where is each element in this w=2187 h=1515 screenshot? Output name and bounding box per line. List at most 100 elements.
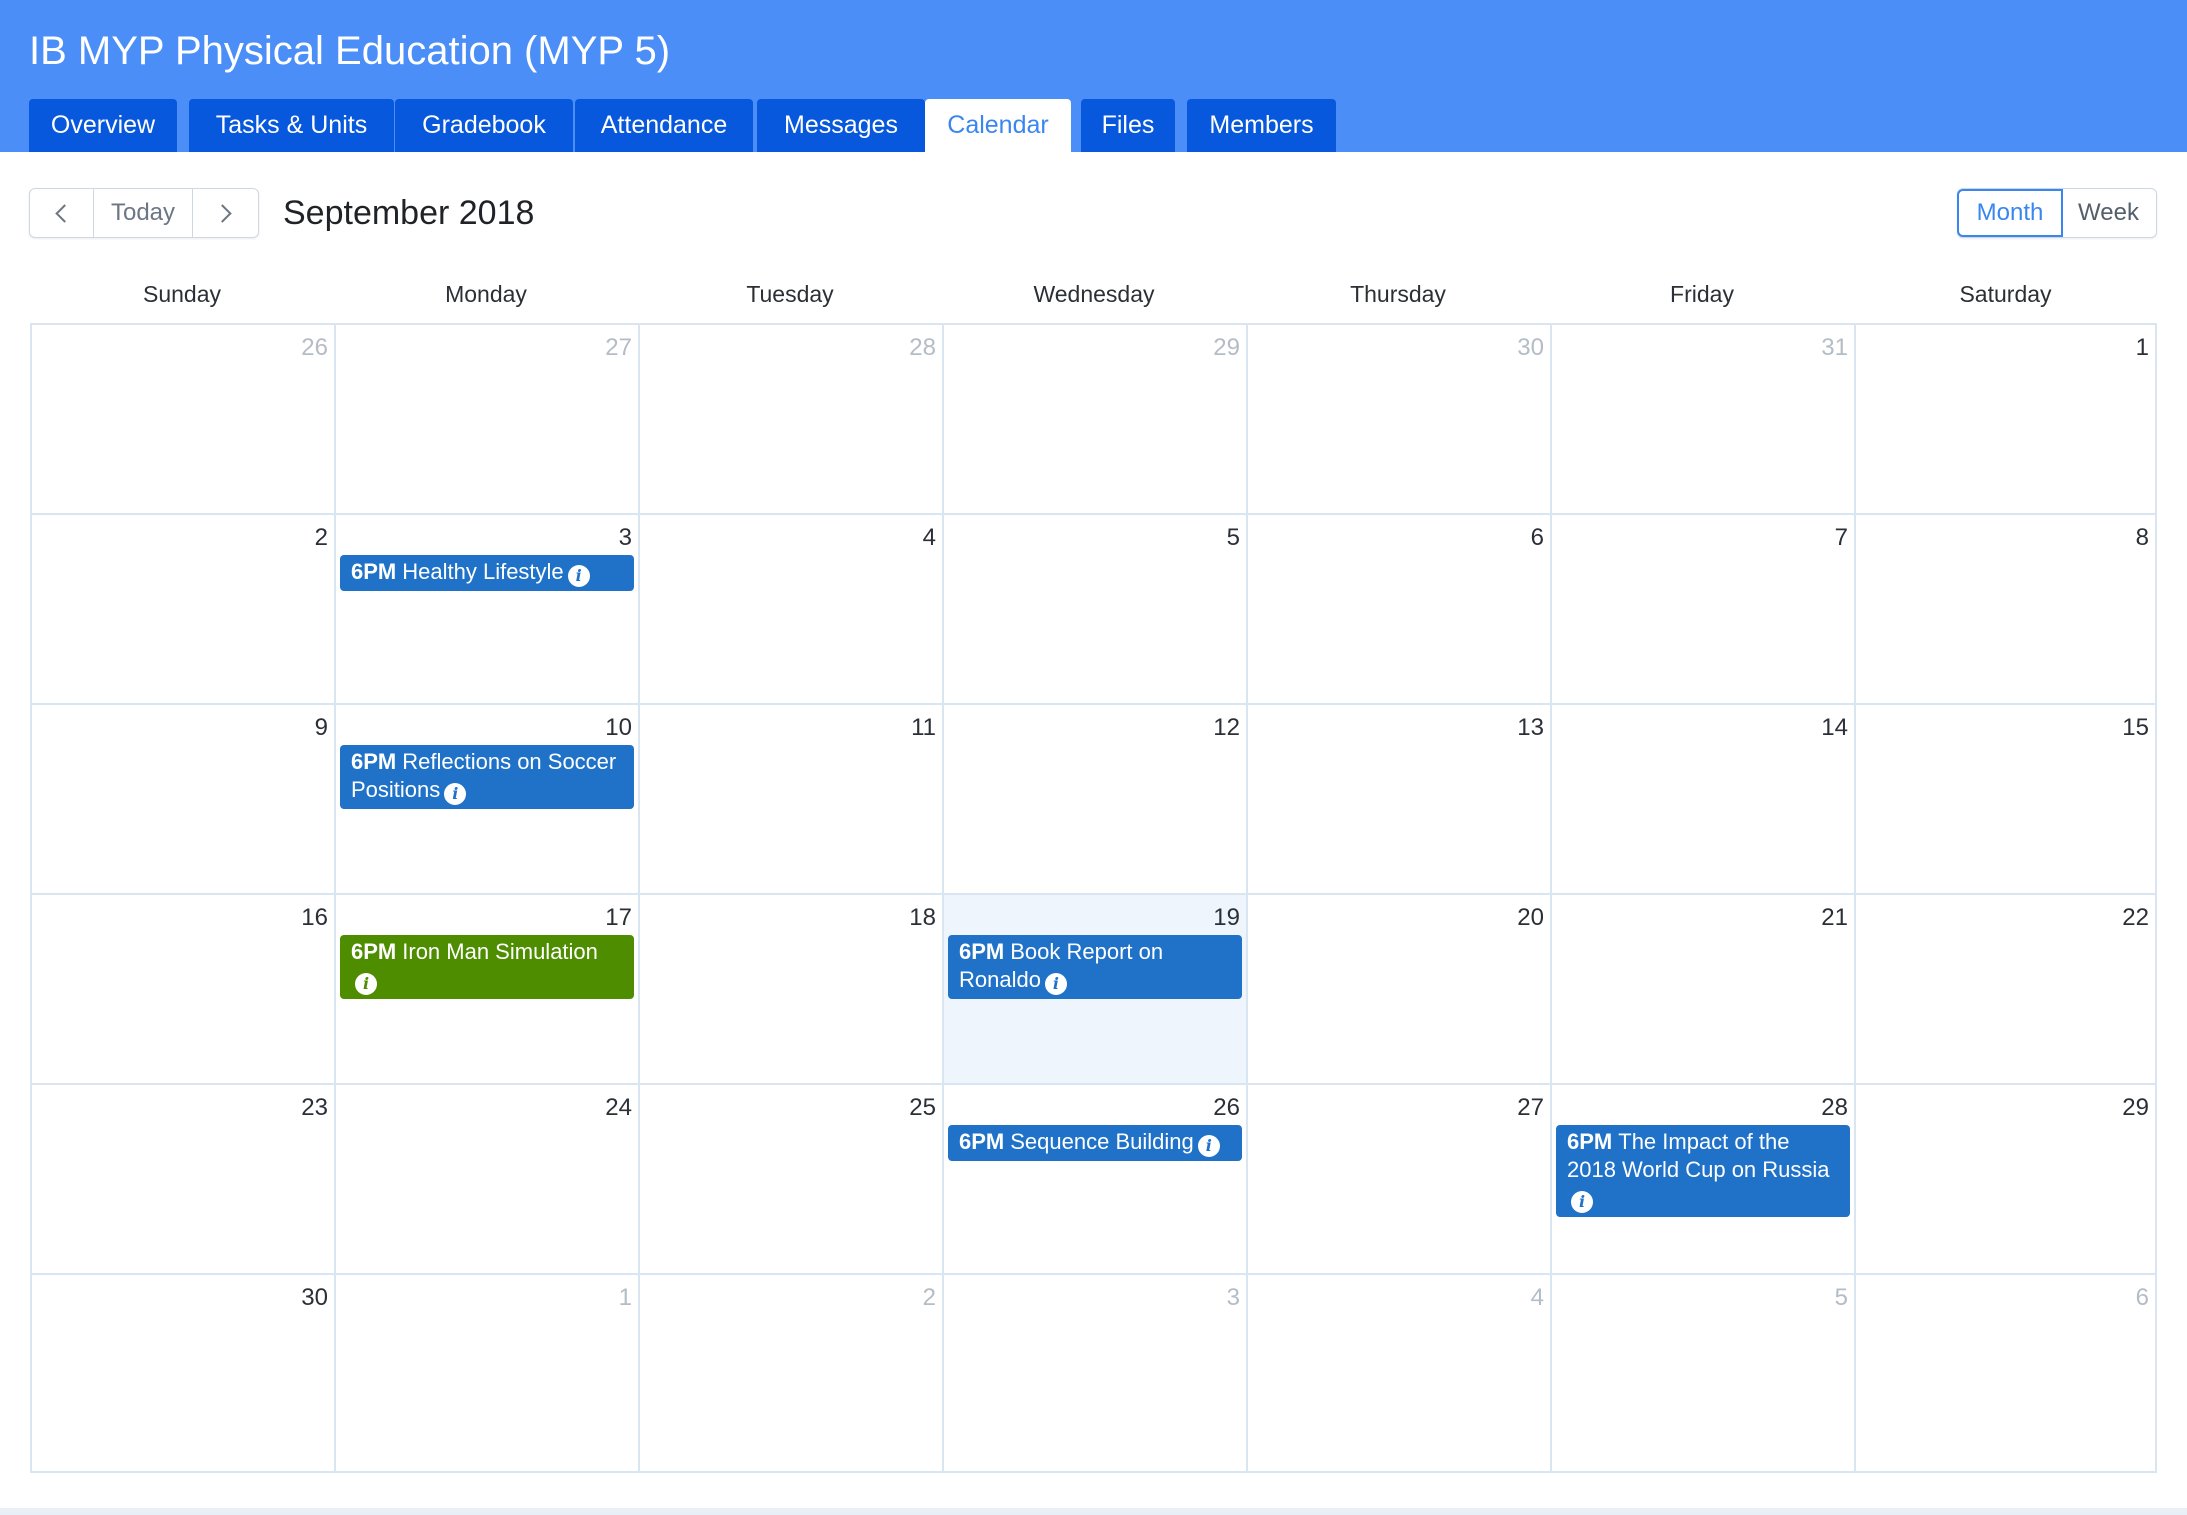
day-cell[interactable]: 9: [32, 705, 336, 895]
day-cell[interactable]: 1: [336, 1275, 640, 1471]
day-cell[interactable]: 8: [1856, 515, 2155, 705]
day-cell[interactable]: 14: [1552, 705, 1856, 895]
today-button[interactable]: Today: [94, 189, 192, 237]
day-cell[interactable]: 11: [640, 705, 944, 895]
day-cell[interactable]: 28: [640, 325, 944, 515]
prev-button[interactable]: [30, 189, 93, 237]
event-time: 6PM: [351, 749, 397, 774]
day-cell[interactable]: 2: [32, 515, 336, 705]
event-time: 6PM: [1567, 1129, 1613, 1154]
day-cell[interactable]: 28 6PM The Impact of the 2018 World Cup on…: [1552, 1085, 1856, 1275]
day-cell[interactable]: 13: [1248, 705, 1552, 895]
chevron-left-icon: [55, 204, 74, 223]
day-number: 27: [1517, 1094, 1544, 1121]
day-number: 3: [618, 524, 632, 551]
day-number: 1: [2135, 334, 2149, 361]
info-icon[interactable]: i: [1044, 973, 1067, 995]
calendar-event[interactable]: 6PM The Impact of the 2018 World Cup on R…: [1556, 1125, 1850, 1217]
day-cell[interactable]: 29: [944, 325, 1248, 515]
day-cell[interactable]: 7: [1552, 515, 1856, 705]
info-icon[interactable]: i: [1571, 1191, 1593, 1213]
day-number: 11: [911, 714, 936, 741]
tab-calendar[interactable]: Calendar: [925, 99, 1071, 152]
day-cell[interactable]: 29: [1856, 1085, 2155, 1275]
month-grid: 26 27 28 29 30 31 1 2 3 6PM Healthy Lifestyle i 4 5 6 7…: [30, 323, 2157, 1473]
day-number: 25: [909, 1094, 936, 1121]
day-cell[interactable]: 20: [1248, 895, 1552, 1085]
calendar-event[interactable]: 6PM Reflections on Soccer Positions i: [340, 745, 634, 809]
tab-gradebook[interactable]: Gradebook: [395, 99, 573, 152]
day-cell[interactable]: 30: [32, 1275, 336, 1471]
tab-members[interactable]: Members: [1187, 99, 1336, 152]
day-cell[interactable]: 4: [1248, 1275, 1552, 1471]
week-view-button[interactable]: Week: [2061, 189, 2156, 237]
day-number: 27: [605, 334, 632, 361]
day-number: 26: [1213, 1094, 1240, 1121]
event-title: Sequence Building: [1010, 1129, 1194, 1154]
day-cell[interactable]: 30: [1248, 325, 1552, 515]
day-cell[interactable]: 27: [1248, 1085, 1552, 1275]
tab-attendance[interactable]: Attendance: [575, 99, 753, 152]
day-cell[interactable]: 2: [640, 1275, 944, 1471]
day-cell[interactable]: 26 6PM Sequence Building i: [944, 1085, 1248, 1275]
day-cell[interactable]: 26: [32, 325, 336, 515]
next-button[interactable]: [193, 189, 258, 237]
day-number: 2: [314, 524, 328, 551]
day-cell[interactable]: 23: [32, 1085, 336, 1275]
tab-files[interactable]: Files: [1081, 99, 1175, 152]
day-cell[interactable]: 10 6PM Reflections on Soccer Positions i: [336, 705, 640, 895]
day-cell[interactable]: 6: [1248, 515, 1552, 705]
day-cell[interactable]: 3 6PM Healthy Lifestyle i: [336, 515, 640, 705]
day-cell[interactable]: 25: [640, 1085, 944, 1275]
day-cell[interactable]: 6: [1856, 1275, 2155, 1471]
day-cell[interactable]: 22: [1856, 895, 2155, 1085]
day-cell[interactable]: 15: [1856, 705, 2155, 895]
day-cell[interactable]: 21: [1552, 895, 1856, 1085]
day-number: 1: [618, 1284, 632, 1311]
day-cell[interactable]: 12: [944, 705, 1248, 895]
event-time: 6PM: [959, 1129, 1005, 1154]
tab-overview[interactable]: Overview: [29, 99, 177, 152]
info-icon[interactable]: i: [1197, 1135, 1220, 1157]
info-icon[interactable]: i: [567, 565, 590, 587]
weekday-friday: Friday: [1670, 281, 1734, 307]
calendar-event[interactable]: 6PM Iron Man Simulation i: [340, 935, 634, 999]
weekday-sunday: Sunday: [142, 281, 221, 307]
month-title: September 2018: [283, 194, 535, 232]
day-cell[interactable]: 1: [1856, 325, 2155, 515]
nav-button-group: Today: [29, 188, 259, 238]
day-number: 6: [2135, 1284, 2149, 1311]
day-cell[interactable]: 16: [32, 895, 336, 1085]
event-title: Healthy Lifestyle: [402, 559, 564, 584]
day-cell[interactable]: 5: [1552, 1275, 1856, 1471]
day-number: 14: [1821, 714, 1848, 741]
tab-tasks-units[interactable]: Tasks & Units: [189, 99, 394, 152]
info-icon[interactable]: i: [444, 783, 467, 805]
day-cell[interactable]: 4: [640, 515, 944, 705]
day-number: 29: [2122, 1094, 2149, 1121]
weekday-tuesday: Tuesday: [746, 281, 834, 307]
view-switcher: Month Week: [1957, 188, 2157, 238]
weekday-header: Sunday Monday Tuesday Wednesday Thursday Frid…: [30, 272, 2157, 322]
weekday-wednesday: Wednesday: [1033, 281, 1155, 307]
month-view-button[interactable]: Month: [1957, 189, 2063, 237]
day-cell[interactable]: 24: [336, 1085, 640, 1275]
day-cell[interactable]: 27: [336, 325, 640, 515]
day-number: 5: [1834, 1284, 1848, 1311]
calendar-event[interactable]: 6PM Healthy Lifestyle i: [340, 555, 634, 591]
day-number: 16: [301, 904, 328, 931]
calendar-event[interactable]: 6PM Sequence Building i: [948, 1125, 1242, 1161]
weekday-monday: Monday: [445, 281, 527, 307]
day-cell[interactable]: 19 6PM Book Report on Ronaldo i: [944, 895, 1248, 1085]
day-cell[interactable]: 3: [944, 1275, 1248, 1471]
day-cell[interactable]: 18: [640, 895, 944, 1085]
day-cell[interactable]: 17 6PM Iron Man Simulation i: [336, 895, 640, 1085]
day-cell[interactable]: 5: [944, 515, 1248, 705]
info-icon[interactable]: i: [355, 973, 377, 995]
day-number: 15: [2122, 714, 2149, 741]
calendar-event[interactable]: 6PM Book Report on Ronaldo i: [948, 935, 1242, 999]
day-number: 13: [1517, 714, 1544, 741]
tab-messages[interactable]: Messages: [757, 99, 925, 152]
day-cell[interactable]: 31: [1552, 325, 1856, 515]
day-number: 23: [301, 1094, 328, 1121]
